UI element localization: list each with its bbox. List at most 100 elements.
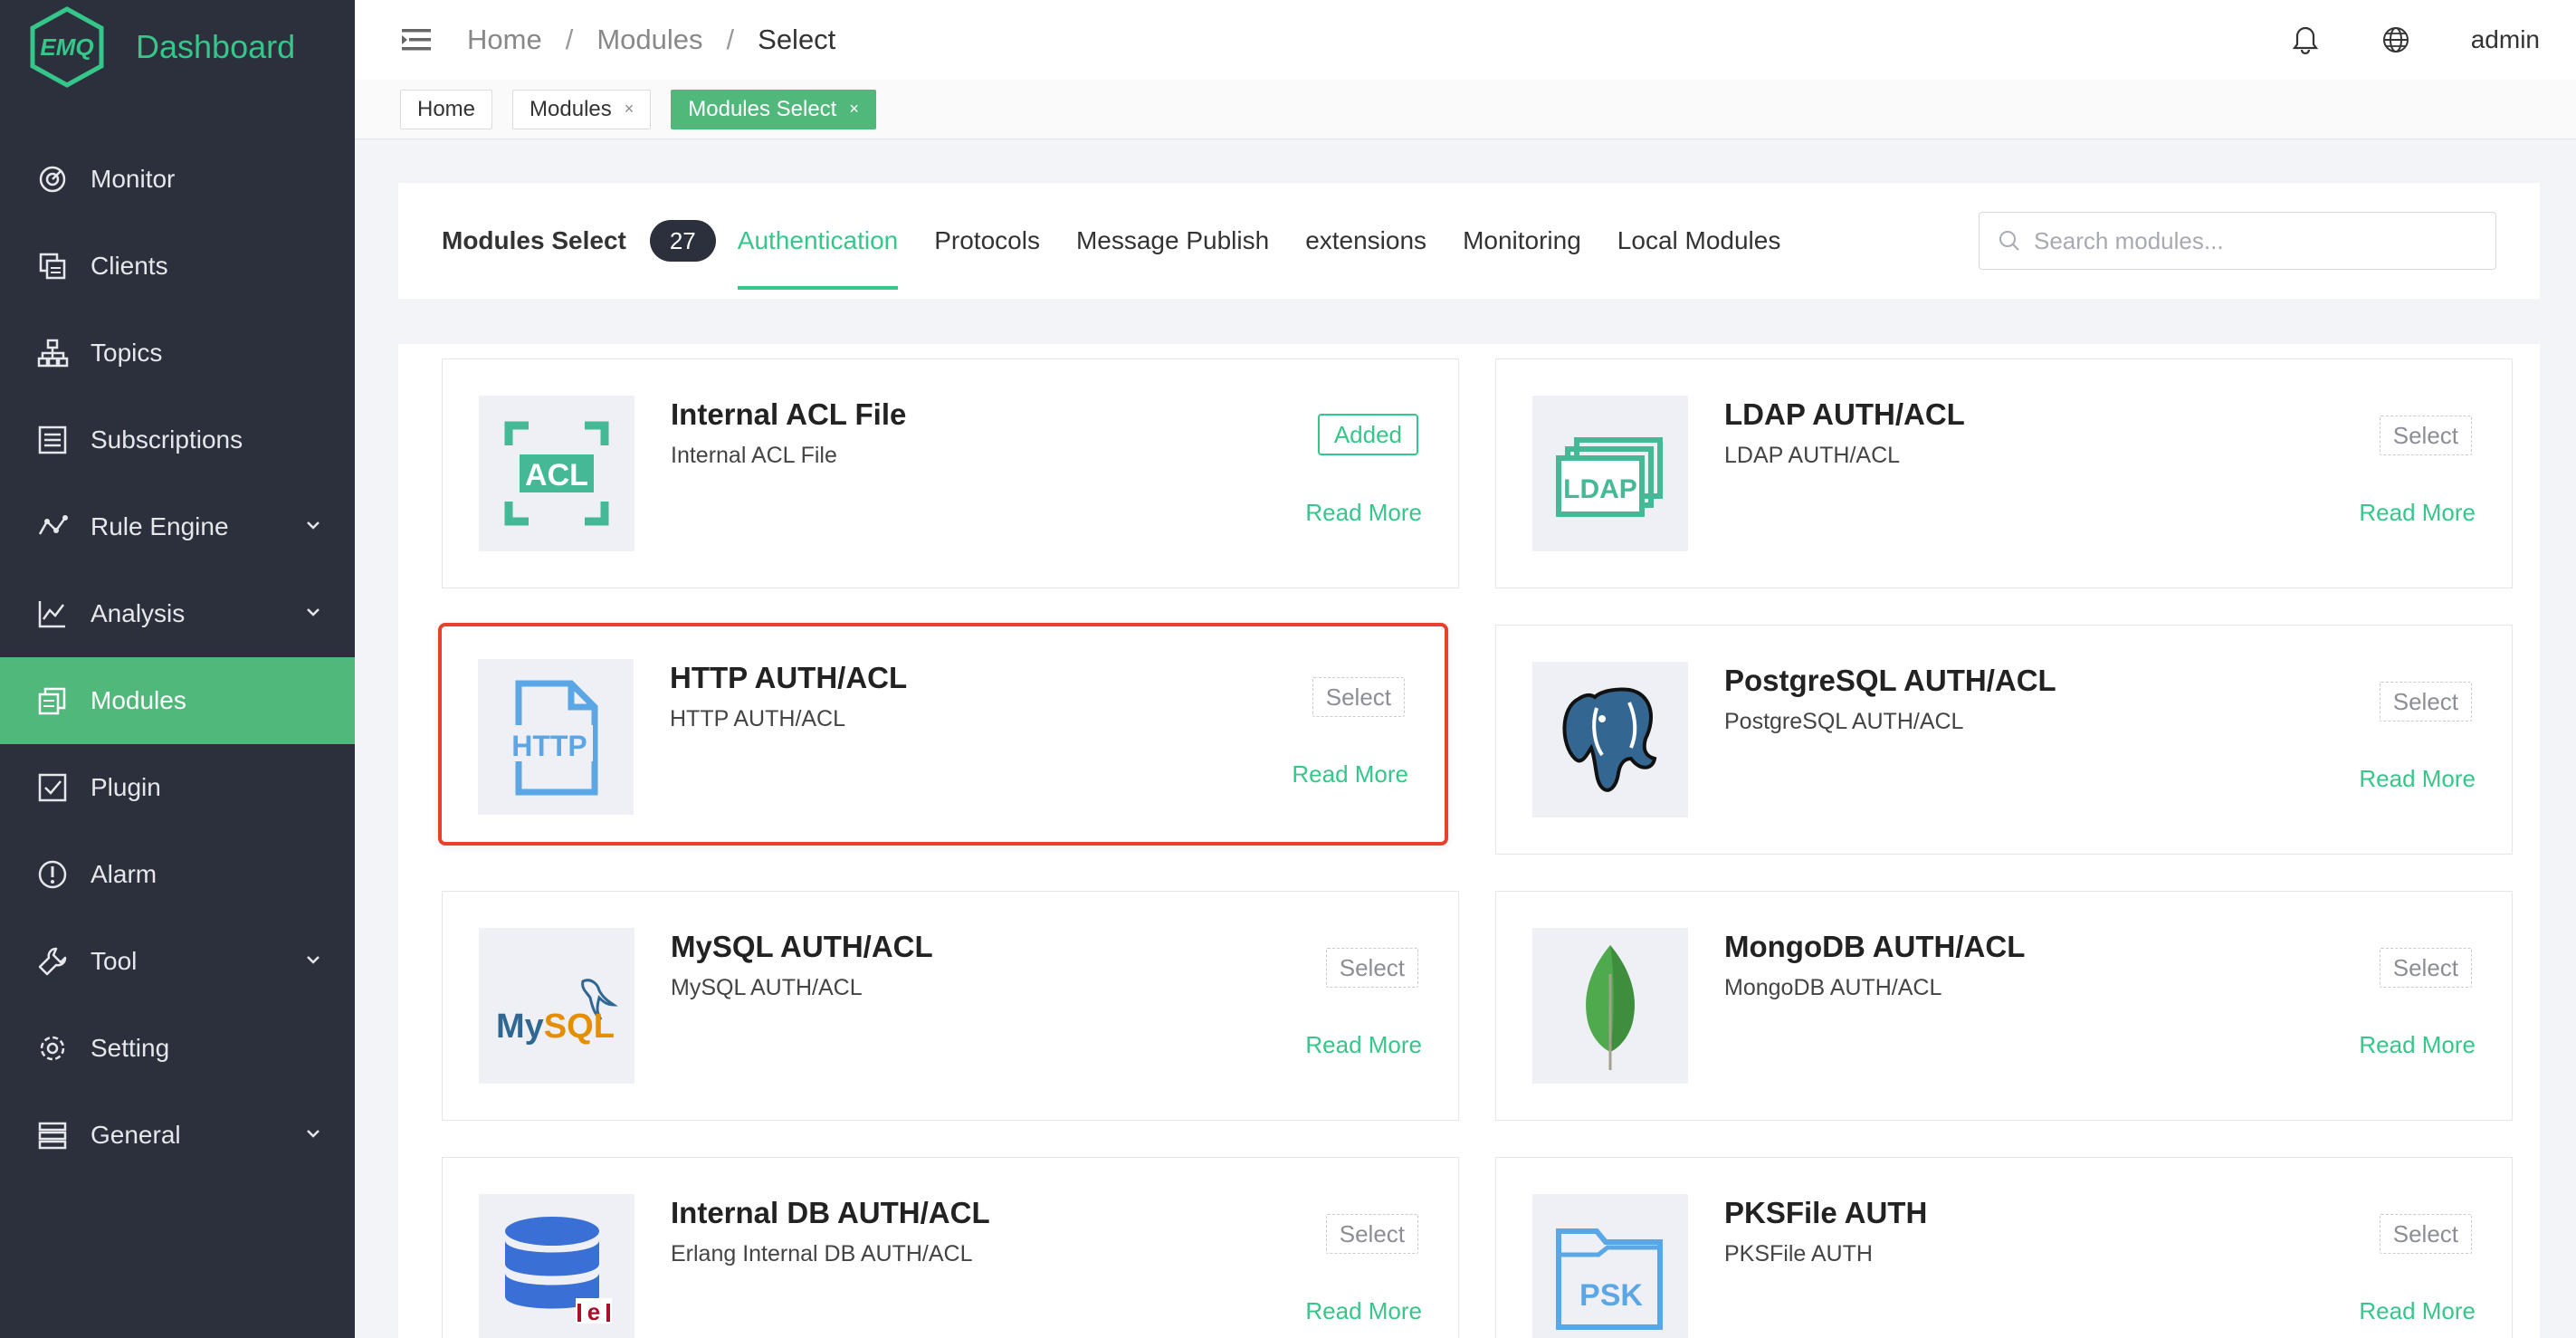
- module-description: MySQL AUTH/ACL: [671, 975, 863, 1000]
- read-more-link[interactable]: Read More: [1305, 1297, 1422, 1325]
- read-more-link[interactable]: Read More: [1305, 1031, 1422, 1059]
- sidebar-item-modules[interactable]: Modules: [0, 657, 355, 744]
- sidebar-item-topics[interactable]: Topics: [0, 310, 355, 397]
- module-logo: [1532, 662, 1688, 817]
- read-more-link[interactable]: Read More: [2359, 1297, 2476, 1325]
- read-more-link[interactable]: Read More: [2359, 765, 2476, 793]
- select-button[interactable]: Select: [1325, 1214, 1418, 1254]
- tab-local-modules[interactable]: Local Modules: [1617, 183, 1781, 299]
- module-card-postgresql[interactable]: PostgreSQL AUTH/ACL PostgreSQL AUTH/ACL …: [1495, 625, 2513, 855]
- ldap-logo-text: LDAP: [1563, 474, 1637, 504]
- svg-text:e: e: [587, 1298, 600, 1325]
- sidebar-item-clients[interactable]: Clients: [0, 223, 355, 310]
- sidebar-item-setting[interactable]: Setting: [0, 1005, 355, 1092]
- globe-icon[interactable]: [2380, 24, 2411, 55]
- side-menu: Monitor Clients Topics Subscriptions Rul…: [0, 136, 355, 1179]
- sidebar-item-label: Modules: [91, 686, 186, 714]
- module-card-http[interactable]: HTTP HTTP AUTH/ACL HTTP AUTH/ACL Select …: [438, 623, 1448, 846]
- sidebar-item-label: General: [91, 1121, 181, 1149]
- module-description: PKSFile AUTH: [1724, 1241, 1873, 1266]
- sidebar-item-label: Tool: [91, 947, 138, 975]
- module-card-pksfile[interactable]: PSK PKSFile AUTH PKSFile AUTH Select Rea…: [1495, 1157, 2513, 1338]
- select-button[interactable]: Select: [1312, 677, 1405, 717]
- module-card-internal-db[interactable]: e Internal DB AUTH/ACL Erlang Internal D…: [442, 1157, 1459, 1338]
- mongodb-leaf-icon: [1586, 945, 1635, 1070]
- select-button[interactable]: Select: [2379, 1214, 2472, 1254]
- select-button[interactable]: Select: [1325, 948, 1418, 988]
- module-description: HTTP AUTH/ACL: [670, 706, 846, 731]
- sidebar-item-subscriptions[interactable]: Subscriptions: [0, 397, 355, 483]
- select-button[interactable]: Select: [2379, 416, 2472, 455]
- tab-extensions[interactable]: extensions: [1305, 183, 1426, 299]
- ldap-logo-icon: LDAP: [1556, 437, 1663, 517]
- breadcrumb-home[interactable]: Home: [467, 24, 542, 56]
- user-menu[interactable]: admin: [2471, 25, 2540, 54]
- module-name: Internal ACL File: [671, 397, 907, 431]
- search-input[interactable]: [2034, 226, 2468, 255]
- read-more-link[interactable]: Read More: [2359, 1031, 2476, 1059]
- brand[interactable]: EMQ Dashboard: [0, 0, 355, 94]
- module-logo: [1532, 928, 1688, 1084]
- module-description: Erlang Internal DB AUTH/ACL: [671, 1241, 973, 1266]
- tab-monitoring[interactable]: Monitoring: [1463, 183, 1581, 299]
- http-logo-icon: HTTP: [506, 680, 598, 796]
- module-logo: MySQL: [479, 928, 634, 1084]
- alarm-icon: [36, 858, 69, 891]
- breadcrumb: Home / Modules / Select: [467, 24, 835, 56]
- sidebar-item-plugin[interactable]: Plugin: [0, 744, 355, 831]
- module-logo: LDAP: [1532, 396, 1688, 551]
- close-icon[interactable]: ×: [849, 100, 859, 119]
- tab-authentication[interactable]: Authentication: [737, 183, 899, 299]
- subscriptions-icon: [36, 424, 69, 456]
- modules-icon: [36, 684, 69, 717]
- select-button[interactable]: Select: [2379, 682, 2472, 722]
- search-icon: [1999, 231, 2019, 251]
- tab-message-publish[interactable]: Message Publish: [1076, 183, 1269, 299]
- module-description: Internal ACL File: [671, 443, 837, 468]
- acl-logo-icon: ACL: [504, 421, 609, 526]
- sidebar-item-rule-engine[interactable]: Rule Engine: [0, 483, 355, 570]
- added-button[interactable]: Added: [1317, 414, 1418, 455]
- read-more-link[interactable]: Read More: [1292, 760, 1408, 788]
- sidebar-item-label: Analysis: [91, 599, 186, 627]
- menu-toggle-icon[interactable]: [402, 27, 431, 53]
- modules-grid: ACL Internal ACL File Internal ACL File …: [398, 344, 2540, 1338]
- sidebar-item-monitor[interactable]: Monitor: [0, 136, 355, 223]
- mysql-logo-text: MySQL: [496, 1008, 615, 1046]
- sidebar-item-label: Setting: [91, 1034, 170, 1062]
- module-card-ldap[interactable]: LDAP LDAP AUTH/ACL LDAP AUTH/ACL Select …: [1495, 358, 2513, 588]
- module-card-mysql[interactable]: MySQL MySQL AUTH/ACL MySQL AUTH/ACL Sele…: [442, 891, 1459, 1121]
- close-icon[interactable]: ×: [625, 100, 634, 119]
- tag-modules[interactable]: Modules ×: [512, 89, 652, 129]
- search-box[interactable]: [1979, 212, 2496, 270]
- tab-protocols[interactable]: Protocols: [934, 183, 1040, 299]
- bell-icon[interactable]: [2290, 24, 2321, 55]
- tag-home[interactable]: Home: [400, 89, 493, 129]
- postgresql-logo-icon: [1562, 687, 1657, 792]
- tag-modules-select[interactable]: Modules Select ×: [671, 89, 876, 129]
- tags-bar: Home Modules × Modules Select ×: [355, 80, 2576, 139]
- module-logo: ACL: [479, 396, 634, 551]
- module-logo: e: [479, 1194, 634, 1338]
- sidebar-item-label: Alarm: [91, 860, 157, 888]
- module-card-internal-acl-file[interactable]: ACL Internal ACL File Internal ACL File …: [442, 358, 1459, 588]
- emq-logo-text: EMQ: [40, 33, 93, 61]
- read-more-link[interactable]: Read More: [1305, 499, 1422, 527]
- sidebar-item-general[interactable]: General: [0, 1092, 355, 1179]
- sidebar-item-label: Monitor: [91, 165, 176, 193]
- module-card-mongodb[interactable]: MongoDB AUTH/ACL MongoDB AUTH/ACL Select…: [1495, 891, 2513, 1121]
- sidebar-item-analysis[interactable]: Analysis: [0, 570, 355, 657]
- sidebar-item-tool[interactable]: Tool: [0, 918, 355, 1005]
- select-button[interactable]: Select: [2379, 948, 2472, 988]
- breadcrumb-modules[interactable]: Modules: [596, 24, 702, 56]
- module-logo: HTTP: [478, 659, 634, 815]
- chevron-down-icon: [307, 1130, 320, 1138]
- sidebar: EMQ Dashboard Monitor Clients Topics Sub…: [0, 0, 355, 1338]
- module-name: LDAP AUTH/ACL: [1724, 397, 1965, 431]
- read-more-link[interactable]: Read More: [2359, 499, 2476, 527]
- breadcrumb-separator: /: [565, 24, 574, 55]
- sidebar-item-alarm[interactable]: Alarm: [0, 831, 355, 918]
- sidebar-item-label: Plugin: [91, 773, 161, 801]
- page-title: Modules Select: [442, 226, 626, 254]
- rule-engine-icon: [36, 511, 69, 543]
